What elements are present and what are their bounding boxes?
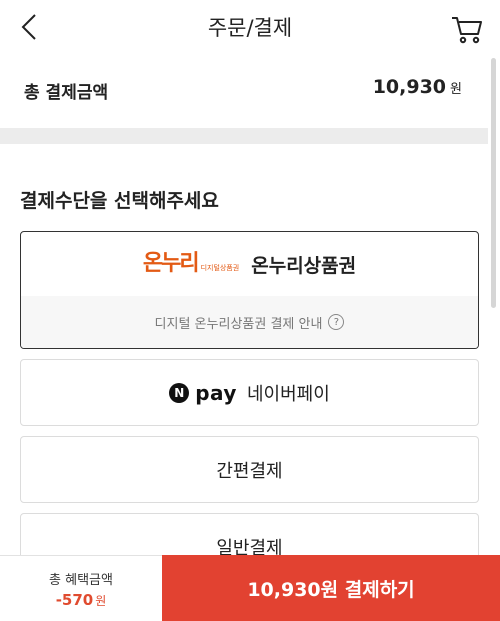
- order-total-unit: 원: [450, 82, 462, 97]
- benefit-value: -570 원: [56, 591, 107, 609]
- payment-option-npay[interactable]: N pay 네이버페이: [20, 359, 479, 426]
- help-icon[interactable]: ?: [328, 314, 345, 330]
- benefit-amount: -570: [55, 590, 94, 609]
- order-total-label: 총 결제금액: [24, 83, 109, 103]
- onnuri-logo-subtext: 디지털상품권: [200, 264, 240, 272]
- order-total-amount: 10,930: [372, 76, 447, 98]
- header: 주문/결제: [0, 0, 500, 54]
- benefit-summary: 총 혜택금액 -570 원: [0, 555, 162, 621]
- onnuri-label: 온누리상품권: [251, 254, 357, 277]
- npay-label: 네이버페이: [246, 383, 330, 405]
- payment-option-simple[interactable]: 간편결제: [20, 436, 479, 503]
- section-divider: [0, 128, 488, 144]
- naver-pay-icon: N: [169, 382, 190, 403]
- scrollbar[interactable]: [491, 58, 496, 308]
- onnuri-logo-text: 온누리: [142, 251, 200, 276]
- order-total-row: 총 결제금액 10,930 원: [0, 54, 488, 128]
- payment-option-onnuri[interactable]: 온누리 디지털상품권 온누리상품권 디지털 온누리상품권 결제 안내 ?: [20, 231, 479, 349]
- payment-section-title: 결제수단을 선택해주세요: [20, 190, 219, 212]
- pay-button[interactable]: 10,930원 결제하기: [162, 555, 500, 621]
- benefit-unit: 원: [95, 593, 107, 608]
- cart-icon: [452, 17, 482, 44]
- benefit-label: 총 혜택금액: [49, 572, 113, 588]
- bottom-bar: 총 혜택금액 -570 원 10,930원 결제하기: [0, 555, 500, 621]
- simple-pay-label: 간편결제: [216, 460, 283, 482]
- cart-button[interactable]: [450, 12, 484, 46]
- npay-logo-word: pay: [195, 380, 237, 405]
- onnuri-logo: 온누리 디지털상품권: [143, 253, 239, 275]
- order-total-value: 10,930 원: [373, 76, 462, 98]
- onnuri-header: 온누리 디지털상품권 온누리상품권: [21, 232, 478, 296]
- page-title: 주문/결제: [207, 16, 293, 40]
- onnuri-info-text: 디지털 온누리상품권 결제 안내: [154, 316, 323, 332]
- onnuri-info-link[interactable]: 디지털 온누리상품권 결제 안내 ?: [21, 296, 478, 348]
